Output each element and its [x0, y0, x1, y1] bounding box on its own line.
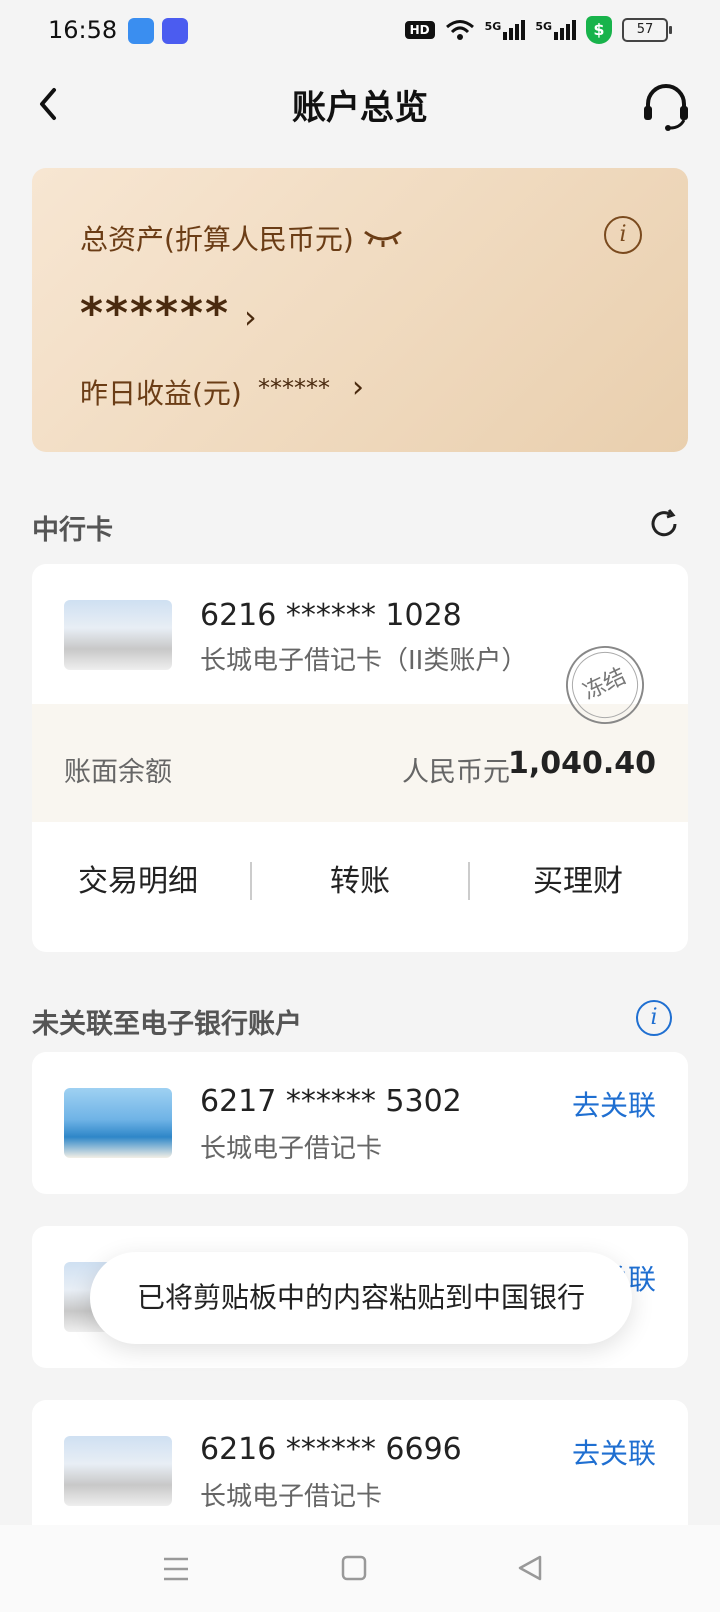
- signal-icon-1: 5G: [485, 20, 526, 40]
- card-number: 6217 ****** 5302: [200, 1084, 462, 1119]
- card-image-beach: [64, 1088, 172, 1158]
- status-icons: HD 5G 5G $ 57: [404, 16, 672, 44]
- yesterday-earnings-chevron-icon[interactable]: ›: [352, 370, 364, 405]
- card-image-great-wall: [64, 1436, 172, 1506]
- total-assets-label: 总资产(折算人民币元): [80, 223, 354, 256]
- menu-icon[interactable]: [162, 1556, 190, 1582]
- hd-icon: HD: [404, 21, 435, 39]
- assets-info-icon[interactable]: i: [604, 216, 642, 254]
- app-notification-icon: [128, 18, 154, 44]
- link-account-button[interactable]: 去关联: [572, 1432, 656, 1472]
- yesterday-earnings-label: 昨日收益(元): [80, 377, 242, 410]
- unlinked-info-icon[interactable]: i: [636, 1000, 672, 1036]
- back-nav-icon[interactable]: [516, 1554, 544, 1582]
- chat-app-icon: [162, 18, 188, 44]
- card-type: 长城电子借记卡: [200, 1482, 383, 1512]
- boc-card-panel: 6216 ****** 1028 长城电子借记卡（II类账户） 冻结 账面余额 …: [32, 564, 688, 952]
- unlinked-accounts-section-title: 未关联至电子银行账户: [32, 1009, 302, 1040]
- customer-service-icon[interactable]: [640, 80, 692, 132]
- buy-wealth-product-button[interactable]: 买理财: [472, 856, 684, 900]
- transaction-details-button[interactable]: 交易明细: [32, 856, 244, 900]
- action-divider: [250, 862, 252, 900]
- card-number: 6216 ****** 1028: [200, 598, 462, 633]
- card-image-great-wall: [64, 600, 172, 670]
- unlinked-card-1[interactable]: 6217 ****** 5302 长城电子借记卡 去关联: [32, 1052, 688, 1194]
- balance-label: 账面余额: [64, 757, 172, 788]
- boc-cards-section-title: 中行卡: [32, 515, 113, 546]
- total-assets-value[interactable]: ******: [80, 288, 230, 339]
- card-type: 长城电子借记卡（II类账户）: [200, 646, 528, 676]
- link-account-button[interactable]: 去关联: [572, 1084, 656, 1124]
- hide-amount-eye-icon[interactable]: [362, 226, 404, 248]
- card-type: 长城电子借记卡: [200, 1134, 383, 1164]
- wifi-icon: [445, 20, 474, 40]
- refresh-icon[interactable]: [648, 508, 680, 540]
- transfer-button[interactable]: 转账: [254, 856, 466, 900]
- action-divider: [468, 862, 470, 900]
- security-shield-icon: $: [586, 16, 612, 44]
- status-time: 16:58: [48, 16, 118, 44]
- yesterday-earnings-value[interactable]: ******: [258, 374, 330, 402]
- balance-currency: 人民币元: [402, 757, 510, 788]
- home-icon[interactable]: [340, 1554, 368, 1582]
- battery-icon: 57: [622, 18, 672, 42]
- balance-amount: 1,040.40: [507, 746, 656, 781]
- signal-icon-2: 5G: [535, 20, 576, 40]
- page-title: 账户总览: [292, 88, 428, 128]
- clipboard-toast: 已将剪贴板中的内容粘贴到中国银行: [90, 1252, 632, 1344]
- card-number: 6216 ****** 6696: [200, 1432, 462, 1467]
- total-assets-chevron-icon[interactable]: ›: [244, 298, 257, 336]
